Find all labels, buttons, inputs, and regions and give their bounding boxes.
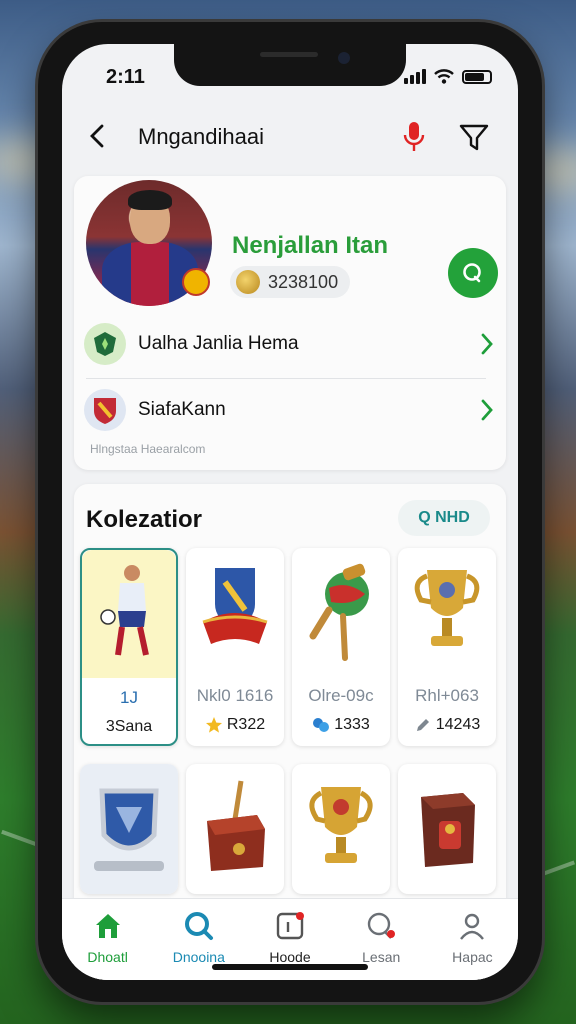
trophy-box-icon: [398, 764, 496, 894]
camera: [338, 52, 350, 64]
speaker: [260, 52, 318, 57]
menu-row-2[interactable]: SiafaKann: [84, 382, 496, 438]
item-stat-value: 3Sana: [105, 718, 153, 735]
collection-item[interactable]: [398, 764, 496, 894]
wifi-icon: [434, 69, 454, 84]
search-button[interactable]: [448, 248, 498, 298]
search-icon: [182, 909, 216, 943]
signal-icon: [404, 69, 426, 84]
home-indicator: [212, 964, 368, 970]
item-stat: R322: [186, 716, 284, 734]
item-stat-value: R322: [226, 716, 266, 733]
filter-icon[interactable]: [458, 120, 490, 154]
profile-card: Nenjallan Itan 3238100 Ualha Janlia Hema…: [74, 176, 506, 470]
footnote: Hlngstaa Haearalcom: [90, 442, 206, 456]
coin-balance: 3238100: [230, 266, 350, 298]
tab-label: Dhoatl: [87, 949, 128, 965]
chat-icon: [364, 909, 398, 943]
item-name: Rhl+063: [415, 686, 479, 705]
collection-item[interactable]: Nkl0 1616 R322: [186, 548, 284, 746]
item-stat: 1333: [292, 716, 390, 734]
trophy-cup-icon: [292, 764, 390, 894]
item-stat-value: 14243: [435, 716, 481, 733]
crest-shield-icon: [80, 764, 178, 894]
item-stat-value: 1333: [334, 716, 370, 733]
profile-icon: [455, 909, 489, 943]
menu-label-2: SiafaKann: [138, 399, 226, 420]
chevron-right-icon: [481, 333, 493, 355]
pencil-icon: [416, 719, 429, 731]
player-card-icon: [82, 550, 176, 678]
item-stat: 3Sana: [82, 718, 176, 736]
app-screen: 2:11 Mngandihaai Nenjallan Itan 3238100 …: [62, 44, 518, 980]
back-arrow-icon[interactable]: [84, 120, 112, 152]
shield-banner-icon: [186, 548, 284, 676]
item-name: 1J: [120, 688, 138, 707]
collection-item[interactable]: Olre-09c 1333: [292, 548, 390, 746]
tab-home[interactable]: Dhoatl: [62, 899, 153, 980]
star-icon: [205, 717, 222, 733]
collection-item[interactable]: 1J 3Sana: [80, 548, 178, 746]
collection-item[interactable]: Rhl+063 14243: [398, 548, 496, 746]
item-stat: 14243: [398, 716, 496, 734]
collection-item[interactable]: [80, 764, 178, 894]
club-badge-icon: [182, 268, 210, 296]
collection-item[interactable]: [186, 764, 284, 894]
home-icon: [91, 909, 125, 943]
chevron-right-icon: [481, 399, 493, 421]
collection-item[interactable]: [292, 764, 390, 894]
search-icon: [463, 263, 481, 283]
page-title: Mngandihaai: [138, 124, 264, 149]
golden-cup-icon: [398, 548, 496, 676]
collection-filter-chip[interactable]: Q NHD: [398, 500, 490, 536]
battery-icon: [462, 70, 492, 84]
gems-icon: [313, 718, 330, 732]
notch: [174, 44, 406, 86]
tab-label: Hoode: [269, 949, 311, 965]
club-crest-icon: [84, 389, 126, 431]
item-name: Nkl0 1616: [196, 686, 274, 705]
shield-badge-icon: [84, 323, 126, 365]
pipe-trophy-icon: [292, 548, 390, 676]
tab-label: Hapac: [452, 949, 493, 965]
collection-title: Kolezatior: [86, 506, 203, 533]
item-name: Olre-09c: [308, 686, 374, 705]
card-notification-icon: [273, 909, 307, 943]
tab-label: Lesan: [362, 949, 401, 965]
microphone-icon[interactable]: [400, 120, 428, 154]
menu-row-1[interactable]: Ualha Janlia Hema: [84, 316, 496, 372]
status-icons: [404, 68, 492, 84]
menu-label-1: Ualha Janlia Hema: [138, 333, 299, 354]
profile-name: Nenjallan Itan: [232, 232, 389, 259]
coin-icon: [236, 270, 260, 294]
tab-label: Dnooina: [172, 949, 225, 965]
coin-value: 3238100: [268, 271, 339, 292]
top-bar: Mngandihaai: [62, 116, 518, 156]
treasure-box-icon: [186, 764, 284, 894]
status-time: 2:11: [106, 66, 145, 88]
tab-profile[interactable]: Hapac: [427, 899, 518, 980]
divider: [86, 378, 486, 379]
